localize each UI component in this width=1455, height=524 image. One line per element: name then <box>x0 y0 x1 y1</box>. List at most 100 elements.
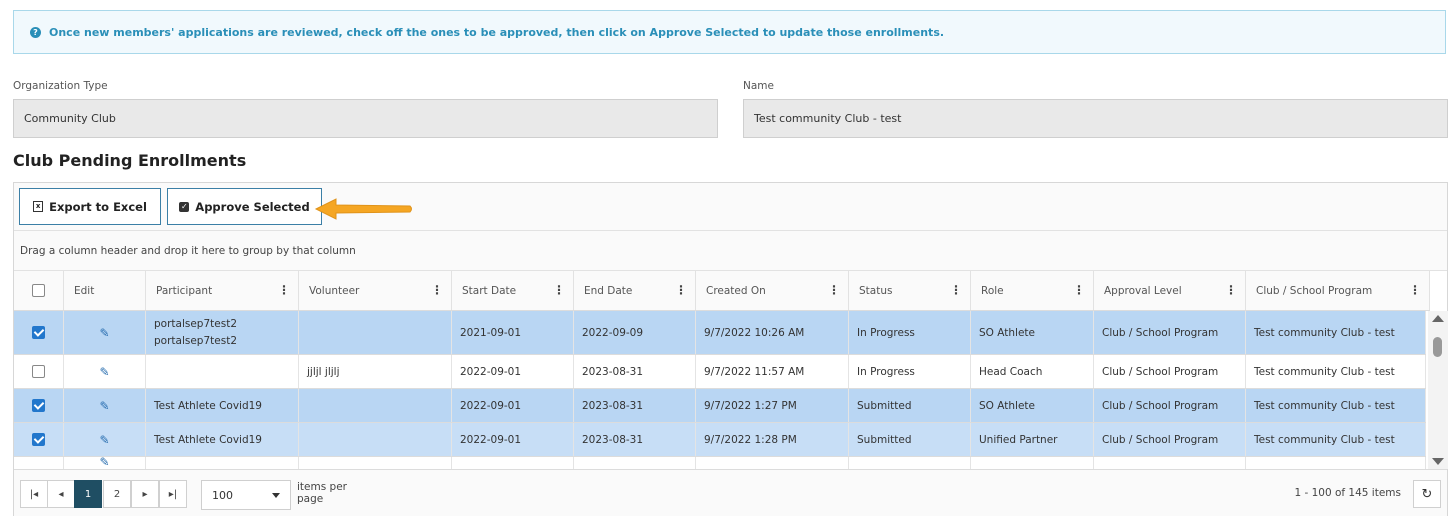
cell-participant: Test Athlete Covid19 <box>146 389 299 422</box>
cell-start-date: 2022-09-01 <box>452 423 574 456</box>
last-page-icon[interactable]: ▸| <box>159 480 187 508</box>
info-banner: ? Once new members' applications are rev… <box>13 10 1446 54</box>
page-2-button[interactable]: 2 <box>103 480 131 508</box>
chevron-down-icon <box>272 493 280 498</box>
prev-page-icon[interactable]: ◂ <box>47 480 75 508</box>
cell-volunteer <box>299 423 452 456</box>
column-header-created-on[interactable]: Created On ⋮ <box>696 271 849 310</box>
cell-club-program: Test community Club - test <box>1246 311 1426 354</box>
cell-created-on: 9/7/2022 11:57 AM <box>696 355 849 388</box>
column-header-role[interactable]: Role ⋮ <box>971 271 1094 310</box>
enrollments-grid: x Export to Excel ✓ Approve Selected Dra… <box>13 182 1448 516</box>
row-checkbox[interactable] <box>32 326 45 339</box>
row-checkbox[interactable] <box>32 399 45 412</box>
column-menu-icon[interactable]: ⋮ <box>1409 283 1421 297</box>
column-menu-icon[interactable]: ⋮ <box>431 283 443 297</box>
excel-file-icon: x <box>33 201 44 212</box>
page-1-button[interactable]: 1 <box>74 480 102 508</box>
column-header-club-program[interactable]: Club / School Program ⋮ <box>1246 271 1430 310</box>
cell-volunteer <box>299 389 452 422</box>
grid-pager: |◂ ◂ 1 2 ▸ ▸| 100 items per page 1 - 100… <box>14 469 1447 516</box>
cell-start-date: 2022-09-01 <box>452 355 574 388</box>
vertical-scrollbar[interactable] <box>1428 311 1448 469</box>
column-header-end-date[interactable]: End Date ⋮ <box>574 271 696 310</box>
page-size-value: 100 <box>212 488 233 502</box>
cell-volunteer <box>299 311 452 354</box>
cell-status: In Progress <box>849 355 971 388</box>
column-menu-icon[interactable]: ⋮ <box>278 283 290 297</box>
column-menu-icon[interactable]: ⋮ <box>828 283 840 297</box>
group-drop-area[interactable]: Drag a column header and drop it here to… <box>14 231 1447 271</box>
edit-icon[interactable]: ✎ <box>99 399 109 413</box>
grid-header: Edit Participant ⋮ Volunteer ⋮ Start Date ⋮… <box>14 271 1430 311</box>
cell-end-date: 2022-09-09 <box>574 311 696 354</box>
name-field: Test community Club - test <box>743 99 1448 138</box>
export-excel-button[interactable]: x Export to Excel <box>19 188 161 225</box>
info-message: Once new members' applications are revie… <box>49 25 945 39</box>
cell-status: Submitted <box>849 389 971 422</box>
row-checkbox[interactable] <box>32 433 45 446</box>
cell-participant: Test Athlete Covid19 <box>146 423 299 456</box>
cell-club-program: Test community Club - test <box>1246 355 1426 388</box>
cell-approval-level: Club / School Program <box>1094 389 1246 422</box>
first-page-icon[interactable]: |◂ <box>20 480 48 508</box>
scroll-down-icon[interactable] <box>1432 458 1444 465</box>
column-header-edit[interactable]: Edit <box>64 271 146 310</box>
column-header-status[interactable]: Status ⋮ <box>849 271 971 310</box>
approve-selected-button[interactable]: ✓ Approve Selected <box>167 188 322 225</box>
question-circle-icon: ? <box>30 26 41 38</box>
edit-icon[interactable]: ✎ <box>99 326 109 340</box>
page-size-select[interactable]: 100 <box>201 480 291 510</box>
cell-volunteer: jjljl jljlj <box>299 355 452 388</box>
cell-end-date: 2023-08-31 <box>574 355 696 388</box>
table-row[interactable]: ✎ Test Athlete Covid19 2022-09-01 2023-0… <box>14 389 1426 423</box>
cell-start-date: 2021-09-01 <box>452 311 574 354</box>
column-menu-icon[interactable]: ⋮ <box>1225 283 1237 297</box>
table-row[interactable]: ✎ portalsep7test2 portalsep7test2 2021-0… <box>14 311 1426 355</box>
column-menu-icon[interactable]: ⋮ <box>553 283 565 297</box>
edit-icon[interactable]: ✎ <box>99 365 109 379</box>
table-row[interactable]: ✎ jjljl jljlj 2022-09-01 2023-08-31 9/7/… <box>14 355 1426 389</box>
cell-created-on: 9/7/2022 1:28 PM <box>696 423 849 456</box>
table-row[interactable]: ✎ Test Athlete Covid19 2022-09-01 2023-0… <box>14 423 1426 457</box>
next-page-icon[interactable]: ▸ <box>131 480 159 508</box>
checkbox-icon: ✓ <box>179 201 190 212</box>
scroll-thumb[interactable] <box>1433 337 1442 357</box>
cell-start-date: 2022-09-01 <box>452 389 574 422</box>
select-all-checkbox[interactable] <box>32 284 45 297</box>
org-type-field: Community Club <box>13 99 718 138</box>
column-header-volunteer[interactable]: Volunteer ⋮ <box>299 271 452 310</box>
grid-body: ✎ portalsep7test2 portalsep7test2 2021-0… <box>14 311 1426 469</box>
refresh-icon[interactable]: ↻ <box>1413 480 1441 508</box>
scroll-up-icon[interactable] <box>1432 315 1444 322</box>
approve-selected-label: Approve Selected <box>195 199 310 214</box>
column-menu-icon[interactable]: ⋮ <box>950 283 962 297</box>
org-type-label: Organization Type <box>13 80 108 92</box>
edit-icon[interactable]: ✎ <box>99 455 109 469</box>
cell-approval-level: Club / School Program <box>1094 311 1246 354</box>
cell-role: SO Athlete <box>971 389 1094 422</box>
cell-role: SO Athlete <box>971 311 1094 354</box>
column-menu-icon[interactable]: ⋮ <box>675 283 687 297</box>
cell-role: Unified Partner <box>971 423 1094 456</box>
column-header-approval-level[interactable]: Approval Level ⋮ <box>1094 271 1246 310</box>
cell-created-on: 9/7/2022 10:26 AM <box>696 311 849 354</box>
cell-club-program: Test community Club - test <box>1246 423 1426 456</box>
cell-club-program: Test community Club - test <box>1246 389 1426 422</box>
name-label: Name <box>743 80 774 92</box>
cell-role: Head Coach <box>971 355 1094 388</box>
edit-icon[interactable]: ✎ <box>99 433 109 447</box>
table-row[interactable]: ✎ <box>14 455 1426 469</box>
section-title: Club Pending Enrollments <box>13 151 247 170</box>
column-menu-icon[interactable]: ⋮ <box>1073 283 1085 297</box>
cell-status: Submitted <box>849 423 971 456</box>
cell-end-date: 2023-08-31 <box>574 423 696 456</box>
row-checkbox[interactable] <box>32 365 45 378</box>
select-all-header[interactable] <box>14 271 64 310</box>
pager-range: 1 - 100 of 145 items <box>1294 487 1401 499</box>
cell-status: In Progress <box>849 311 971 354</box>
cell-approval-level: Club / School Program <box>1094 355 1246 388</box>
cell-participant: portalsep7test2 portalsep7test2 <box>146 311 299 354</box>
column-header-participant[interactable]: Participant ⋮ <box>146 271 299 310</box>
column-header-start-date[interactable]: Start Date ⋮ <box>452 271 574 310</box>
